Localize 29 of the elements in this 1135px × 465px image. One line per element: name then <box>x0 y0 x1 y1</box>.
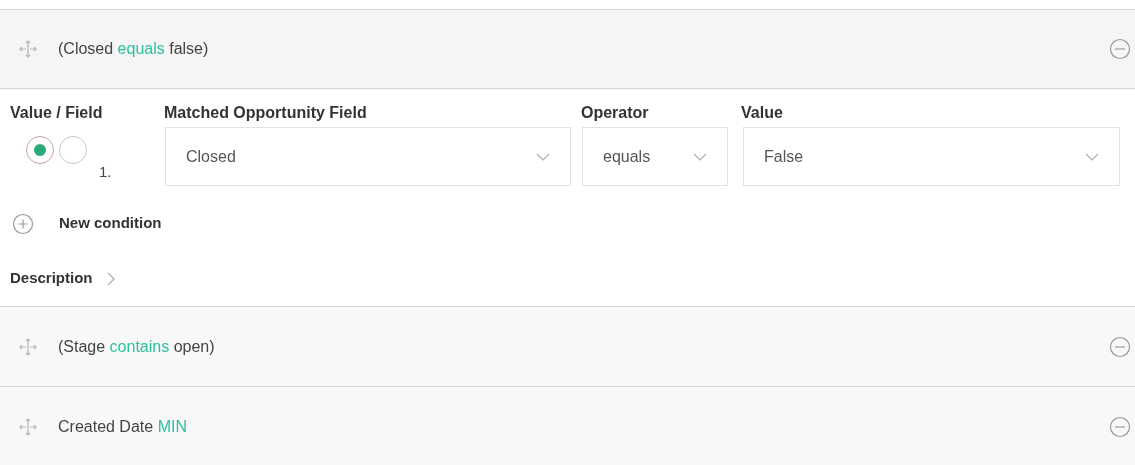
radio-button[interactable] <box>26 136 54 164</box>
value-select[interactable]: False <box>743 127 1120 186</box>
remove-icon[interactable] <box>1109 38 1131 60</box>
chevron-down-icon <box>693 152 707 161</box>
field-label: Matched Opportunity Field <box>164 104 367 121</box>
remove-icon[interactable] <box>1109 415 1131 438</box>
condition-title: (Stage contains open) <box>58 336 215 357</box>
condition-title: (Closed equals false) <box>58 39 209 59</box>
field-label: Operator <box>581 104 649 121</box>
chevron-right-icon <box>106 271 115 286</box>
condition-title: Created Date MIN <box>58 416 187 437</box>
field-label: Value / Field <box>10 104 103 121</box>
remove-icon[interactable] <box>1109 335 1131 358</box>
chevron-down-icon <box>536 152 550 161</box>
operator-select[interactable]: equals <box>582 127 728 186</box>
add-icon[interactable] <box>12 212 34 235</box>
move-icon[interactable] <box>18 416 38 437</box>
new-condition-button[interactable]: New condition <box>59 212 162 235</box>
move-icon[interactable] <box>18 39 38 59</box>
condition-header[interactable]: Created Date MIN <box>0 386 1135 465</box>
field-label: Value <box>741 104 783 121</box>
row-number: 1. <box>99 162 112 182</box>
radio-button[interactable] <box>59 136 87 164</box>
description-toggle[interactable]: Description <box>10 267 115 290</box>
move-icon[interactable] <box>18 336 38 357</box>
field-select[interactable]: Closed <box>165 127 571 186</box>
condition-header[interactable]: (Closed equals false) <box>0 9 1135 89</box>
chevron-down-icon <box>1085 152 1099 161</box>
condition-header[interactable]: (Stage contains open) <box>0 306 1135 386</box>
